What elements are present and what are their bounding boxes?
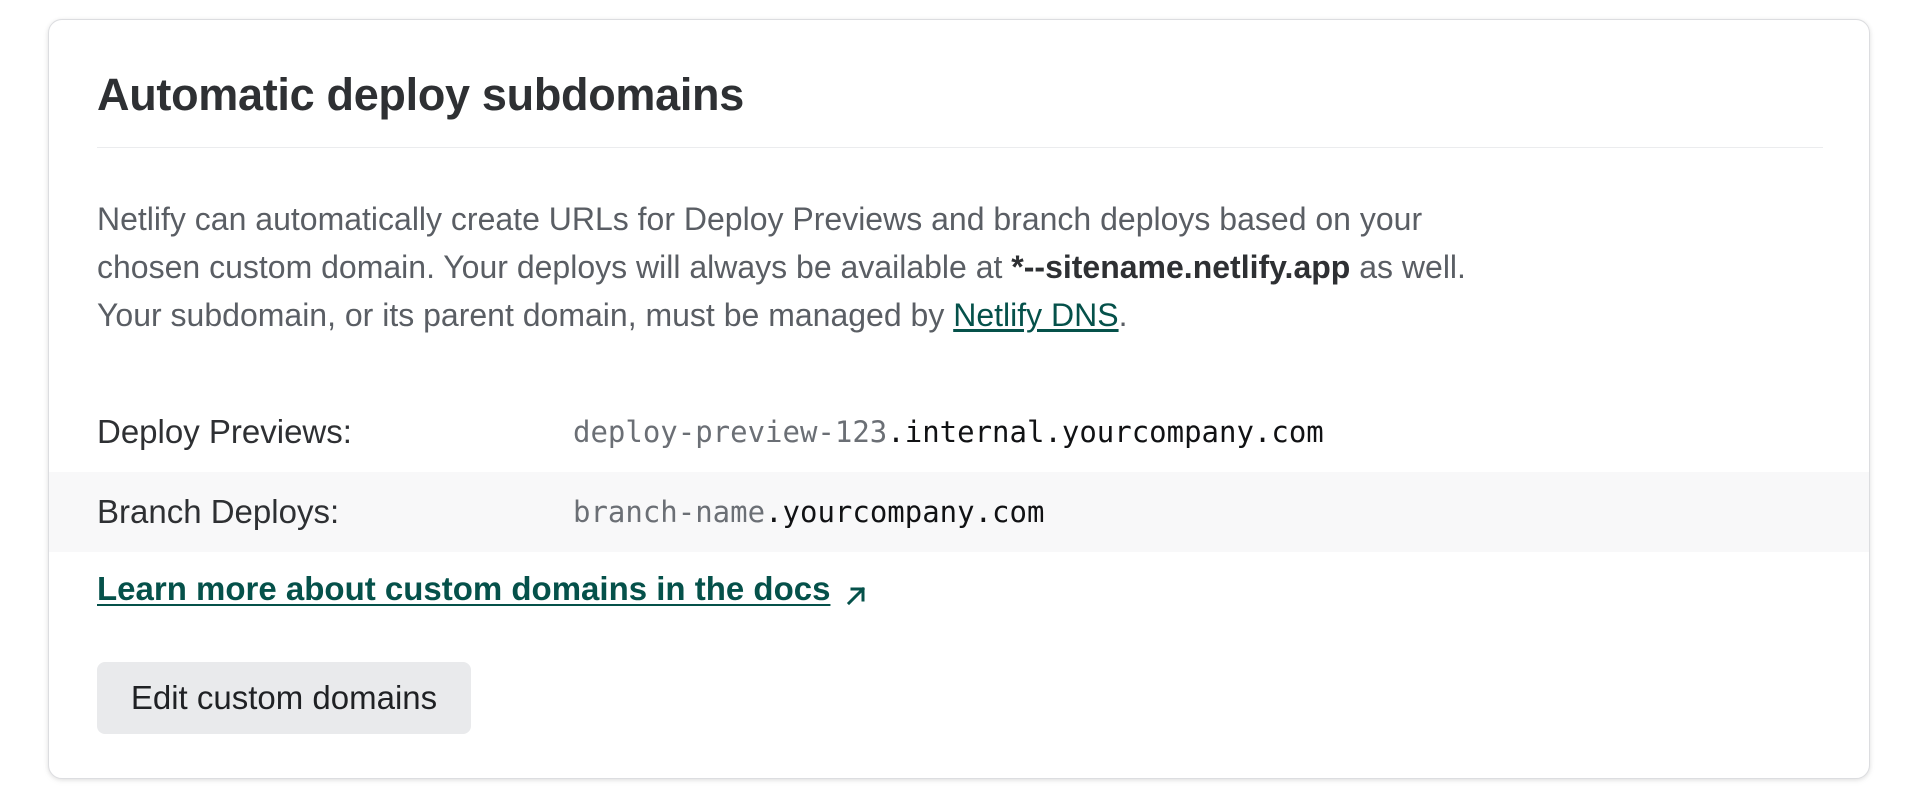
card-title: Automatic deploy subdomains bbox=[97, 69, 744, 120]
deploy-previews-prefix: deploy-preview-123 bbox=[573, 415, 888, 449]
branch-deploys-prefix: branch-name bbox=[573, 495, 766, 529]
external-arrow-icon bbox=[844, 576, 868, 606]
deploy-previews-domain: .internal.yourcompany.com bbox=[887, 415, 1324, 449]
deploy-previews-label: Deploy Previews: bbox=[97, 413, 352, 450]
deploy-previews-row: Deploy Previews: deploy-preview-123.inte… bbox=[49, 392, 1869, 472]
description-part3: . bbox=[1118, 297, 1128, 333]
branch-deploys-example: branch-name.yourcompany.com bbox=[573, 495, 1044, 529]
deploy-subdomains-card: Automatic deploy subdomains Netlify can … bbox=[48, 19, 1870, 779]
branch-deploys-domain: .yourcompany.com bbox=[765, 495, 1045, 529]
branch-deploys-row: Branch Deploys: branch-name.yourcompany.… bbox=[49, 472, 1869, 552]
netlify-dns-link[interactable]: Netlify DNS bbox=[953, 297, 1118, 333]
edit-custom-domains-button[interactable]: Edit custom domains bbox=[97, 662, 471, 734]
docs-link[interactable]: Learn more about custom domains in the d… bbox=[97, 568, 868, 611]
title-divider bbox=[97, 147, 1823, 148]
branch-deploys-label: Branch Deploys: bbox=[97, 493, 340, 530]
description-text: Netlify can automatically create URLs fo… bbox=[97, 195, 1527, 339]
deploy-previews-example: deploy-preview-123.internal.yourcompany.… bbox=[573, 415, 1324, 449]
docs-link-label: Learn more about custom domains in the d… bbox=[97, 570, 831, 607]
sitename-domain: *--sitename.netlify.app bbox=[1011, 249, 1351, 285]
